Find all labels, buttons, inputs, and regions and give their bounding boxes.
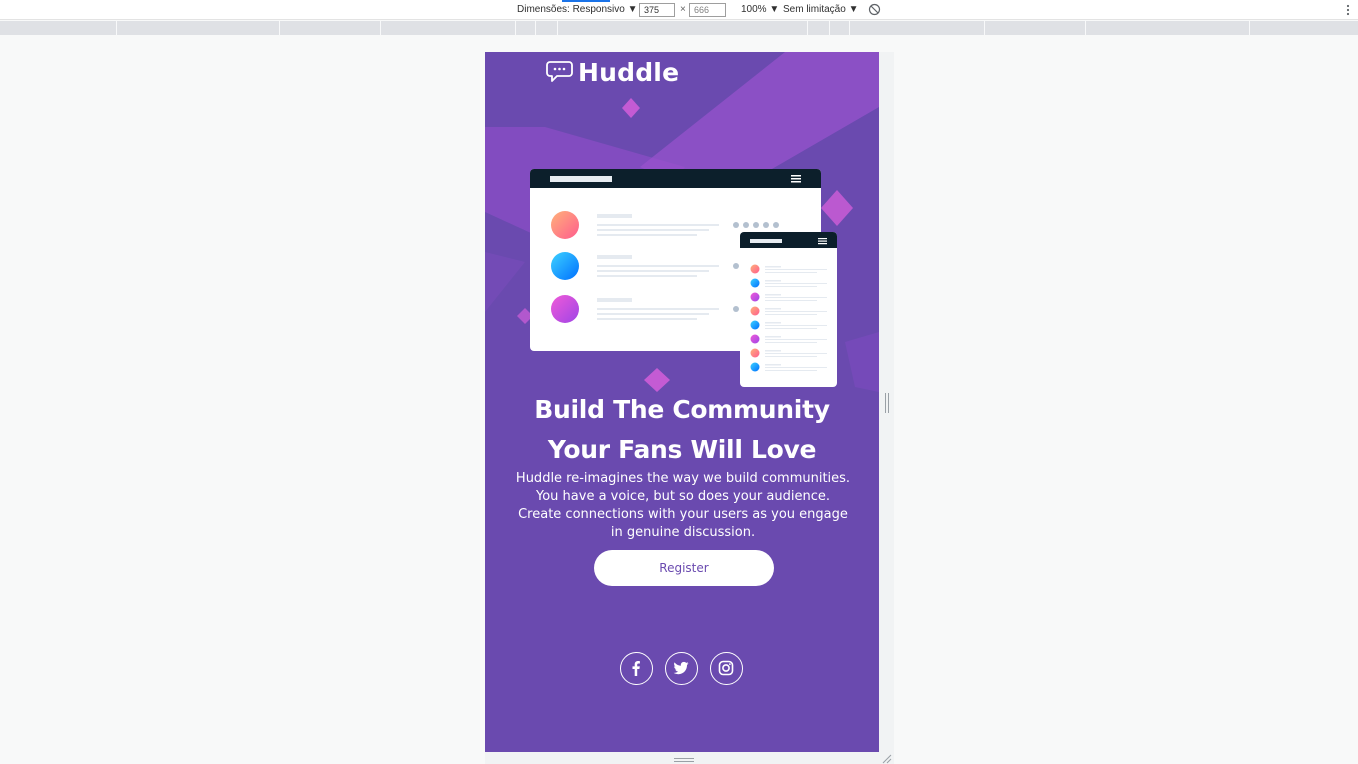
facebook-icon — [632, 661, 640, 676]
brand-logo[interactable]: Huddle — [546, 57, 680, 87]
resize-grip-bottom[interactable] — [674, 758, 694, 762]
social-links — [620, 652, 744, 685]
dimension-separator: × — [680, 4, 686, 15]
hero-headline: Build The Community Your Fans Will Love — [505, 390, 859, 470]
chat-bubble-icon — [546, 61, 573, 82]
dimensions-dropdown[interactable]: Dimensões: Responsivo ▼ — [517, 4, 638, 15]
viewport-height-input[interactable]: 666 — [689, 3, 726, 17]
more-options-icon[interactable] — [1346, 4, 1350, 16]
page-viewport: Huddle Build The Community Your Fans Wil… — [485, 52, 879, 752]
viewport-width-input[interactable]: 375 — [639, 3, 675, 17]
facebook-link[interactable] — [620, 652, 653, 685]
register-button[interactable]: Register — [594, 550, 774, 586]
brand-name: Huddle — [578, 57, 680, 87]
hero-description: Huddle re-imagines the way we build comm… — [515, 471, 851, 540]
zoom-dropdown[interactable]: 100% ▼ — [741, 4, 779, 15]
instagram-link[interactable] — [710, 652, 743, 685]
twitter-icon — [673, 661, 689, 675]
instagram-icon — [718, 660, 734, 676]
resize-corner-icon[interactable] — [882, 754, 892, 764]
headline-line-1: Build The Community — [534, 395, 830, 424]
media-query-ruler[interactable] — [0, 21, 1358, 35]
rotate-icon[interactable] — [868, 3, 881, 16]
active-tab-indicator — [562, 0, 610, 2]
mockup-illustration — [530, 169, 837, 387]
twitter-link[interactable] — [665, 652, 698, 685]
resize-grip-right[interactable] — [885, 393, 889, 413]
headline-line-2: Your Fans Will Love — [547, 435, 817, 464]
device-toolbar: Dimensões: Responsivo ▼ 375 × 666 100% ▼… — [0, 0, 1358, 20]
throttle-dropdown[interactable]: Sem limitação ▼ — [783, 4, 858, 15]
